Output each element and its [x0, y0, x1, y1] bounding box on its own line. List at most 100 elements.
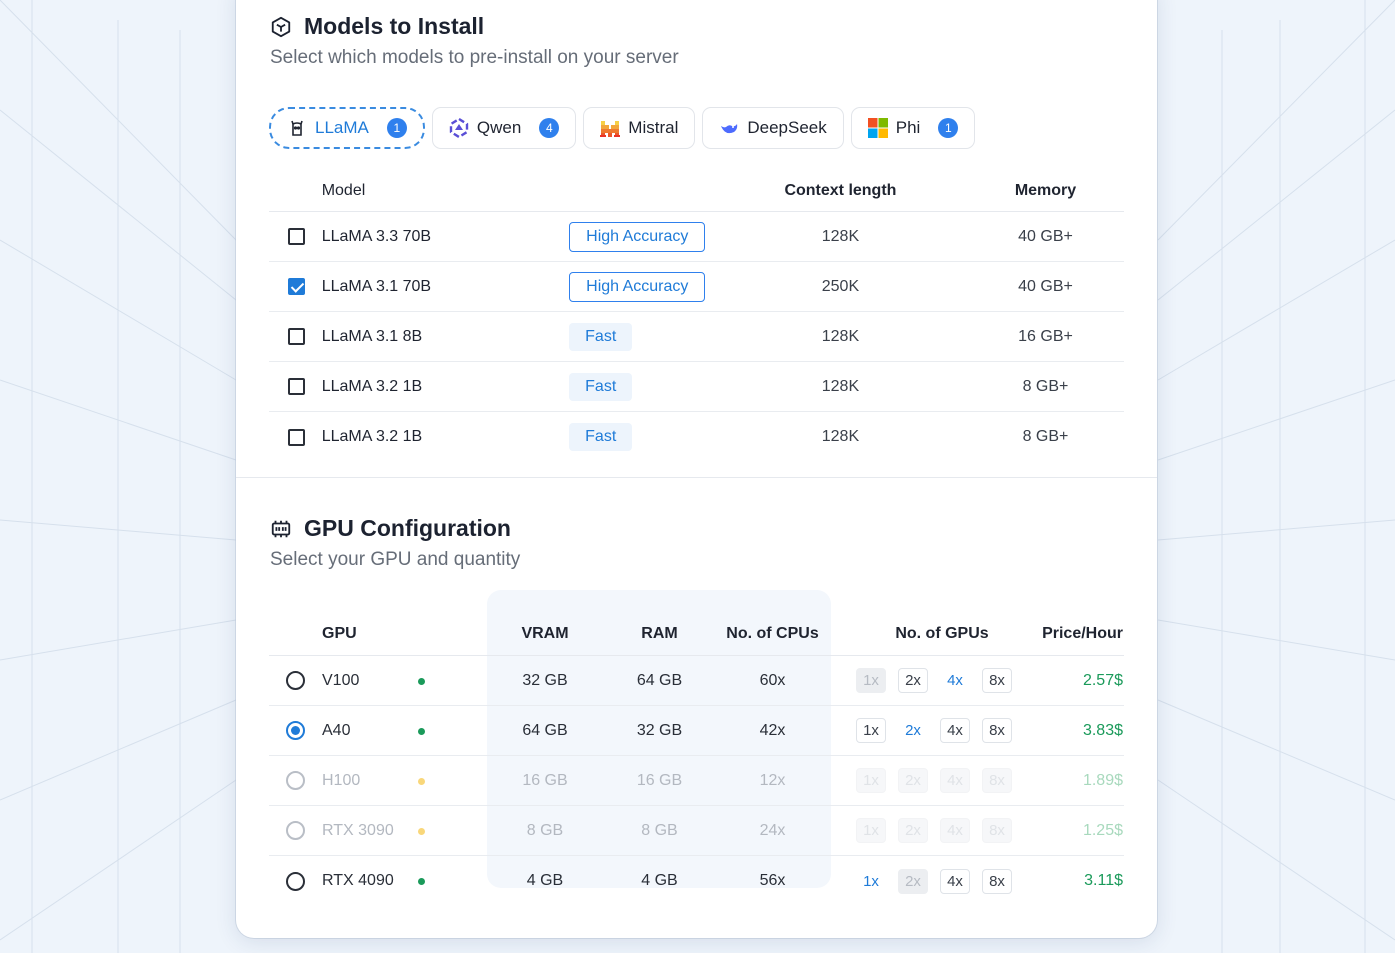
- qty-4x-button[interactable]: 4x: [940, 668, 970, 693]
- qty-8x-button: 8x: [982, 818, 1012, 843]
- gpu-row: RTX 3090 8 GB 8 GB 24x 1x 2x 4x 8x 1.25$: [269, 806, 1124, 856]
- gpu-ram: 64 GB: [636, 671, 683, 689]
- tab-deepseek[interactable]: DeepSeek: [702, 107, 844, 149]
- model-checkbox[interactable]: [287, 278, 305, 295]
- gpu-quantity-group: 1x 2x 4x 8x: [828, 668, 1026, 693]
- qty-8x-button[interactable]: 8x: [982, 668, 1012, 693]
- microsoft-logo-icon: [867, 118, 888, 138]
- model-name: LLaMA 3.2 1B: [321, 428, 423, 445]
- qty-1x-button: 1x: [856, 818, 886, 843]
- gpu-row[interactable]: V100 32 GB 64 GB 60x 1x 2x 4x 8x 2.57$: [269, 656, 1124, 706]
- qty-4x-button[interactable]: 4x: [940, 718, 970, 743]
- models-section-title: Models to Install: [270, 13, 484, 40]
- model-checkbox[interactable]: [287, 428, 305, 446]
- qty-1x-button[interactable]: 1x: [856, 869, 886, 894]
- gpu-row[interactable]: RTX 4090 4 GB 4 GB 56x 1x 2x 4x 8x 3.11$: [269, 856, 1124, 906]
- col-gpus: No. of GPUs: [895, 624, 989, 642]
- model-row[interactable]: LLaMA 3.1 70B High Accuracy 250K 40 GB+: [269, 262, 1124, 312]
- model-tag: Fast: [569, 322, 633, 351]
- availability-dot-icon: [418, 878, 425, 885]
- gpu-vram: 4 GB: [526, 872, 564, 889]
- qty-8x-button: 8x: [982, 768, 1012, 793]
- gpu-radio[interactable]: [286, 721, 305, 740]
- tab-llama-label: LLaMA: [315, 118, 369, 137]
- availability-dot-icon: [418, 677, 425, 685]
- model-tag: High Accuracy: [569, 271, 706, 302]
- gpu-vram: 16 GB: [522, 771, 568, 789]
- tab-phi-count: 1: [938, 118, 959, 138]
- gpu-name: RTX 4090: [322, 872, 394, 889]
- model-memory: 8 GB+: [1022, 377, 1069, 395]
- model-context: 128K: [821, 428, 860, 445]
- model-row[interactable]: LLaMA 3.3 70B High Accuracy 128K 40 GB+: [269, 212, 1124, 262]
- gpu-row[interactable]: A40 64 GB 32 GB 42x 1x 2x 4x 8x 3.83$: [269, 706, 1124, 756]
- qty-2x-button: 2x: [898, 768, 928, 793]
- model-name: LLaMA 3.2 1B: [321, 377, 423, 395]
- col-ram: RAM: [641, 624, 678, 642]
- col-model: Model: [321, 181, 366, 199]
- tab-llama-count: 1: [386, 118, 407, 138]
- gpu-ram: 32 GB: [636, 721, 683, 739]
- model-checkbox[interactable]: [287, 228, 305, 245]
- section-divider: [236, 477, 1157, 478]
- qty-4x-button: 4x: [940, 768, 970, 793]
- tab-phi[interactable]: Phi 1: [850, 107, 976, 149]
- gpu-radio[interactable]: [286, 671, 305, 690]
- gpu-price: 1.89$: [1082, 771, 1123, 789]
- gpu-section-title: GPU Configuration: [270, 515, 511, 542]
- model-row[interactable]: LLaMA 3.2 1B Fast 128K 8 GB+: [269, 362, 1124, 412]
- gpu-ram: 16 GB: [636, 771, 683, 789]
- gpu-price: 3.11$: [1084, 872, 1123, 889]
- gpu-vram: 32 GB: [522, 671, 568, 689]
- gpu-name: A40: [322, 721, 351, 739]
- col-memory: Memory: [1014, 181, 1077, 199]
- models-table: Model Context length Memory LLaMA 3.3 70…: [269, 170, 1124, 462]
- model-checkbox[interactable]: [287, 328, 305, 345]
- model-name: LLaMA 3.3 70B: [321, 227, 432, 245]
- model-name: LLaMA 3.1 8B: [321, 327, 423, 345]
- model-context: 128K: [821, 377, 860, 395]
- gpu-radio: [286, 821, 305, 840]
- col-vram: VRAM: [521, 624, 569, 642]
- tab-qwen[interactable]: Qwen 4: [431, 107, 577, 149]
- gpu-ram: 4 GB: [641, 872, 678, 889]
- model-checkbox[interactable]: [287, 378, 305, 395]
- tab-mistral[interactable]: Mistral: [583, 107, 696, 149]
- gpu-vram: 64 GB: [522, 721, 568, 739]
- model-memory: 16 GB+: [1018, 327, 1073, 345]
- availability-dot-icon: [418, 777, 425, 785]
- qty-4x-button[interactable]: 4x: [940, 868, 970, 894]
- model-context: 128K: [821, 227, 860, 245]
- gpu-subtitle: Select your GPU and quantity: [270, 549, 521, 570]
- gpu-radio[interactable]: [286, 871, 305, 891]
- tab-deepseek-label: DeepSeek: [747, 118, 827, 137]
- gpu-cpus: 12x: [759, 771, 786, 789]
- model-row[interactable]: LLaMA 3.1 8B Fast 128K 16 GB+: [269, 312, 1124, 362]
- col-price: Price/Hour: [1042, 624, 1123, 642]
- models-table-header: Model Context length Memory: [269, 170, 1124, 212]
- qty-8x-button[interactable]: 8x: [982, 718, 1012, 743]
- mistral-logo-icon: [600, 118, 621, 138]
- models-title-text: Models to Install: [304, 13, 485, 39]
- qty-2x-button[interactable]: 2x: [898, 718, 928, 743]
- gpu-quantity-group: 1x 2x 4x 8x: [828, 718, 1026, 743]
- tab-mistral-label: Mistral: [628, 118, 679, 137]
- models-subtitle: Select which models to pre-install on yo…: [270, 47, 679, 68]
- qty-1x-button[interactable]: 1x: [856, 718, 886, 743]
- model-context: 250K: [821, 277, 860, 295]
- gpu-name: V100: [322, 671, 360, 689]
- gpu-price: 2.57$: [1082, 671, 1123, 689]
- qty-2x-button[interactable]: 2x: [898, 668, 928, 693]
- model-tag: Fast: [569, 423, 633, 451]
- qty-1x-button: 1x: [856, 768, 886, 793]
- model-tag: Fast: [569, 372, 633, 401]
- gpu-row: H100 16 GB 16 GB 12x 1x 2x 4x 8x 1.89$: [269, 756, 1124, 806]
- model-row[interactable]: LLaMA 3.2 1B Fast 128K 8 GB+: [269, 412, 1124, 462]
- tab-llama[interactable]: LLaMA 1: [269, 107, 425, 149]
- model-memory: 40 GB+: [1018, 277, 1073, 295]
- qty-1x-button: 1x: [856, 668, 886, 693]
- gpu-name: H100: [322, 771, 361, 789]
- qty-8x-button[interactable]: 8x: [982, 868, 1012, 894]
- gpu-quantity-group: 1x 2x 4x 8x: [828, 818, 1026, 843]
- llama-logo-icon: [287, 118, 307, 138]
